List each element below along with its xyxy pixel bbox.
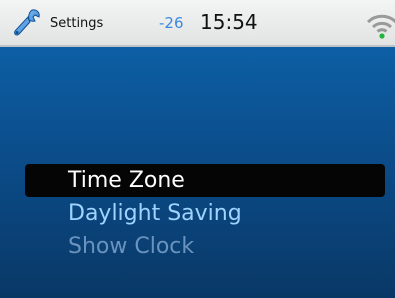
app-title: Settings [50, 16, 104, 31]
menu-screen: Time Zone Daylight Saving Show Clock [0, 47, 395, 298]
wrench-icon [14, 9, 40, 36]
status-bar: Settings -26 15:54 [0, 0, 395, 47]
settings-menu: Time Zone Daylight Saving Show Clock [0, 164, 395, 263]
menu-item-daylight-saving[interactable]: Daylight Saving [0, 197, 395, 230]
menu-item-show-clock[interactable]: Show Clock [0, 230, 395, 263]
menu-item-time-zone[interactable]: Time Zone [25, 164, 385, 197]
device-screen: Settings -26 15:54 Time Zone Daylight Sa… [0, 0, 395, 298]
signal-strength: -26 [159, 14, 184, 32]
status-clock: 15:54 [200, 10, 258, 34]
wifi-icon [366, 14, 395, 39]
